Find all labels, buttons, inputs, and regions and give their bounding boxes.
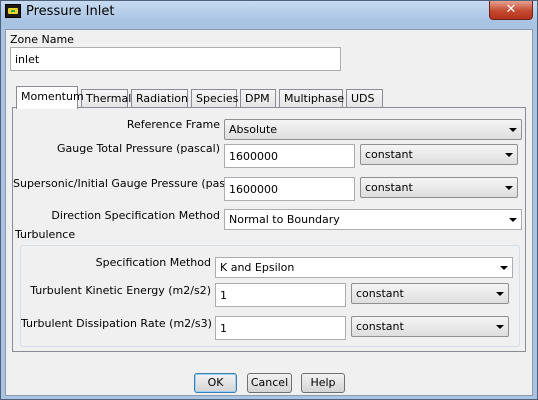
kinetic-energy-profile-select[interactable]: constant — [351, 283, 509, 304]
chevron-down-icon — [509, 128, 517, 132]
spec-method-value: K and Epsilon — [220, 261, 295, 274]
dissipation-rate-label: Turbulent Dissipation Rate (m2/s3) — [21, 317, 212, 330]
dialog-body: Zone Name inlet Momentum Thermal Radiati… — [5, 29, 533, 396]
help-button[interactable]: Help — [301, 373, 345, 393]
dissipation-rate-profile-value: constant — [356, 320, 404, 333]
ok-button[interactable]: OK — [194, 373, 237, 393]
supersonic-pressure-profile-select[interactable]: constant — [360, 177, 518, 198]
chevron-down-icon — [496, 325, 504, 329]
dialog-window: Pressure Inlet ✕ Zone Name inlet Momentu… — [0, 0, 538, 400]
supersonic-pressure-label: Supersonic/Initial Gauge Pressure (pasca… — [13, 177, 246, 190]
momentum-panel: Reference Frame Absolute Gauge Total Pre… — [12, 107, 526, 352]
gauge-total-pressure-profile-select[interactable]: constant — [360, 144, 518, 165]
chevron-down-icon — [505, 153, 513, 157]
direction-method-select[interactable]: Normal to Boundary — [224, 209, 522, 230]
kinetic-energy-label: Turbulent Kinetic Energy (m2/s2) — [30, 284, 211, 297]
supersonic-pressure-input[interactable]: 1600000 — [224, 177, 355, 201]
tab-momentum[interactable]: Momentum — [16, 86, 84, 109]
title-bar[interactable]: Pressure Inlet ✕ — [1, 1, 537, 23]
chevron-down-icon — [505, 186, 513, 190]
tab-radiation[interactable]: Radiation — [131, 89, 188, 108]
chevron-down-icon — [509, 218, 517, 222]
cancel-button[interactable]: Cancel — [247, 373, 292, 393]
direction-method-value: Normal to Boundary — [229, 213, 340, 226]
tab-uds[interactable]: UDS — [346, 89, 383, 108]
spec-method-label: Specification Method — [95, 256, 211, 269]
zone-name-input[interactable]: inlet — [10, 47, 341, 71]
chevron-down-icon — [496, 292, 504, 296]
reference-frame-select[interactable]: Absolute — [224, 119, 522, 140]
close-icon: ✕ — [505, 2, 517, 17]
spec-method-select[interactable]: K and Epsilon — [215, 257, 513, 278]
dissipation-rate-input[interactable]: 1 — [215, 316, 346, 340]
chevron-down-icon — [500, 266, 508, 270]
tab-multiphase[interactable]: Multiphase — [279, 89, 344, 108]
kinetic-energy-profile-value: constant — [356, 287, 404, 300]
tab-dpm[interactable]: DPM — [240, 89, 276, 108]
turbulence-group-label: Turbulence — [13, 228, 78, 241]
zone-name-label: Zone Name — [10, 33, 74, 46]
close-button[interactable]: ✕ — [489, 1, 533, 20]
turbulence-group: Specification Method K and Epsilon Turbu… — [20, 245, 520, 347]
dissipation-rate-profile-select[interactable]: constant — [351, 316, 509, 337]
reference-frame-value: Absolute — [229, 123, 278, 136]
kinetic-energy-input[interactable]: 1 — [215, 283, 346, 307]
reference-frame-label: Reference Frame — [126, 118, 220, 131]
gauge-total-pressure-label: Gauge Total Pressure (pascal) — [56, 142, 220, 155]
gauge-total-pressure-input[interactable]: 1600000 — [224, 144, 355, 168]
gauge-total-pressure-profile-value: constant — [365, 148, 413, 161]
tab-thermal[interactable]: Thermal — [81, 89, 131, 108]
window-title: Pressure Inlet — [26, 4, 115, 19]
fluent-app-icon — [5, 4, 21, 18]
supersonic-pressure-profile-value: constant — [365, 181, 413, 194]
direction-method-label: Direction Specification Method — [51, 209, 220, 222]
tab-species[interactable]: Species — [191, 89, 238, 108]
